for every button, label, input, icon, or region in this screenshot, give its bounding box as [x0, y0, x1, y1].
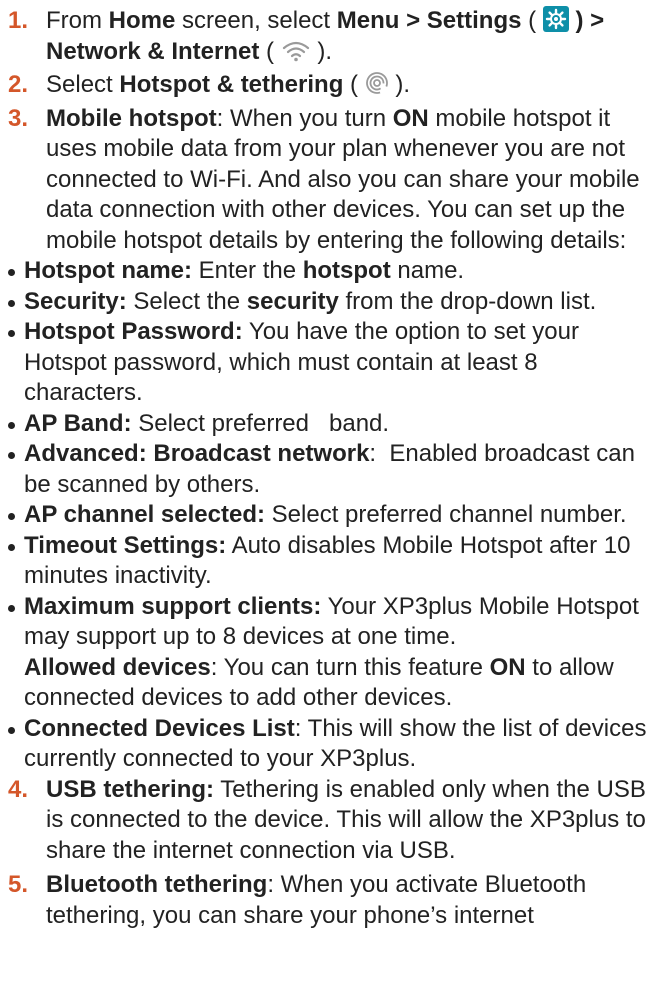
list-item: Maximum support clients: Your XP3plus Mo… — [8, 592, 658, 714]
step-text: ) > — [568, 7, 605, 34]
step-1: 1. From Home screen, select Menu > Setti… — [0, 6, 658, 70]
bullet-label: Advanced: Broadcast network — [24, 440, 370, 467]
list-item: AP channel selected: Select preferred ch… — [8, 500, 658, 531]
allowed-devices-line: Allowed devices: You can turn this featu… — [24, 653, 658, 714]
bullet-label: Hotspot name: — [24, 257, 192, 284]
hotspot-tethering-label: Hotspot & tethering — [119, 71, 344, 98]
bullet-label: Allowed devices — [24, 653, 211, 681]
bullet-label: AP Band: — [24, 409, 132, 437]
bullet-text: Select the — [126, 287, 247, 315]
gear-icon — [542, 6, 569, 32]
instruction-page: 1. From Home screen, select Menu > Setti… — [0, 0, 666, 931]
step-2: 2. Select Hotspot & tethering ( ). — [0, 70, 658, 104]
list-item: Advanced: Broadcast network: Enabled bro… — [8, 439, 658, 500]
step-5: 5. Bluetooth tethering: When you activat… — [0, 870, 658, 931]
list-item: Timeout Settings: Auto disables Mobile H… — [8, 531, 658, 592]
step-number: 1. — [8, 7, 29, 34]
bullet-text: : You can turn this feature — [210, 653, 490, 681]
hotspot-settings-list: Hotspot name: Enter the hotspot name. Se… — [0, 256, 658, 775]
list-item: Hotspot Password: You have the option to… — [8, 317, 658, 409]
step-text: From — [46, 7, 109, 34]
bullet-text: Enter the — [192, 257, 303, 284]
usb-tethering-label: USB tethering: — [46, 775, 214, 803]
bullet-label: Timeout Settings: — [24, 531, 227, 559]
step-text: Select — [46, 71, 120, 98]
step-4: 4. USB tethering: Tethering is enabled o… — [0, 775, 658, 867]
bullet-text: Select preferred channel number. — [264, 501, 627, 528]
menu-settings-label: Menu > Settings — [336, 7, 522, 34]
wifi-icon — [281, 40, 311, 71]
bullet-text: name. — [390, 257, 465, 284]
on-label: ON — [392, 104, 429, 132]
bluetooth-tethering-label: Bluetooth tethering — [46, 871, 268, 898]
step-number: 3. — [8, 104, 29, 132]
steps-list-continued: 4. USB tethering: Tethering is enabled o… — [0, 775, 658, 932]
step-text: ( — [343, 71, 365, 98]
list-item: AP Band: Select preferred band. — [8, 409, 658, 440]
list-item: Security: Select the security from the d… — [8, 287, 658, 318]
home-label: Home — [108, 7, 176, 34]
bullet-emphasis: ON — [489, 653, 526, 681]
steps-list: 1. From Home screen, select Menu > Setti… — [0, 6, 658, 256]
network-internet-label: Network & Internet — [46, 37, 260, 65]
bullet-label: Hotspot Password: — [24, 318, 243, 345]
step-number: 5. — [8, 871, 29, 898]
hotspot-icon — [365, 71, 389, 104]
bullet-text: Select preferred band. — [131, 409, 390, 437]
step-text: ( — [259, 37, 281, 65]
step-text: screen, select — [175, 7, 337, 34]
step-number: 2. — [8, 71, 29, 98]
step-text: ). — [310, 37, 333, 65]
mobile-hotspot-label: Mobile hotspot — [46, 104, 217, 132]
step-text: ). — [388, 71, 411, 98]
list-item: Hotspot name: Enter the hotspot name. — [8, 256, 658, 287]
bullet-label: Connected Devices List — [24, 714, 295, 742]
step-text: ( — [521, 7, 543, 34]
bullet-emphasis: hotspot — [302, 257, 391, 284]
list-item: Connected Devices List: This will show t… — [8, 714, 658, 775]
step-text: : When you turn — [216, 104, 393, 132]
bullet-label: AP channel selected: — [24, 501, 265, 528]
bullet-text: from the drop-down list. — [338, 287, 597, 315]
step-3: 3. Mobile hotspot: When you turn ON mobi… — [0, 104, 658, 257]
bullet-label: Maximum support clients: — [24, 592, 322, 620]
bullet-label: Security: — [24, 287, 127, 315]
step-number: 4. — [8, 775, 29, 803]
bullet-emphasis: security — [246, 287, 339, 315]
